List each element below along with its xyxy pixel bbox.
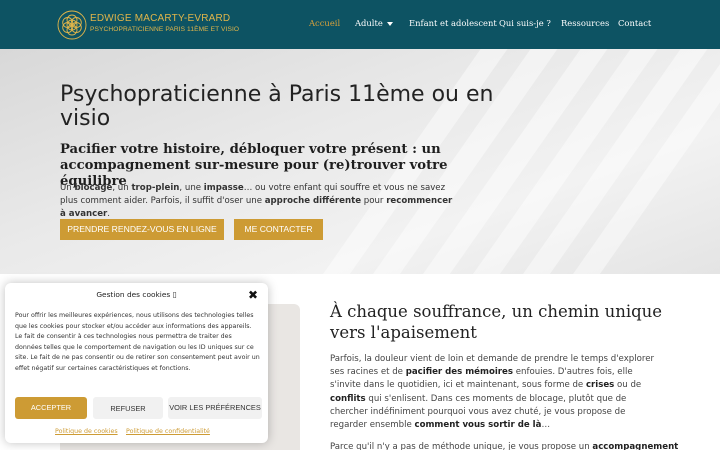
close-icon[interactable]: ✖ [248,288,258,302]
nav-accueil[interactable]: Accueil [309,18,340,28]
nav-ressources[interactable]: Ressources [561,18,609,28]
book-appointment-button[interactable]: PRENDRE RENDEZ-VOUS EN LIGNE [60,219,224,240]
accept-cookies-button[interactable]: ACCEPTER [15,397,87,419]
refuse-cookies-button[interactable]: REFUSER [93,397,163,419]
cookie-policy-link[interactable]: Politique de cookies [55,428,118,435]
cookie-consent-dialog: Gestion des cookies ▯ ✖ Pour offrir les … [5,283,268,443]
nav-adulte[interactable]: Adulte [355,18,393,28]
privacy-policy-link[interactable]: Politique de confidentialité [126,428,210,435]
cookie-title: Gestion des cookies ▯ [96,290,177,299]
nav-adulte-label: Adulte [355,18,383,28]
brand-name[interactable]: EDWIGE MACARTY-EVRARD [90,13,230,24]
caret-down-icon [386,21,393,26]
contact-me-button[interactable]: ME CONTACTER [234,219,323,240]
info-icon: ▯ [172,290,177,299]
section-paragraph-2: Parce qu'il n'y a pas de méthode unique,… [330,442,679,450]
page: EDWIGE MACARTY-EVRARD PSYCHOPRATICIENNE … [0,0,720,450]
hero-section: Psychopraticienne à Paris 11ème ou en vi… [0,49,720,274]
brand-tagline: PSYCHOPRATICIENNE PARIS 11ÈME ET VISIO [90,26,240,33]
nav-enfant-adolescent[interactable]: Enfant et adolescent [409,18,497,28]
section-paragraph: Parfois, la douleur vient de loin et dem… [330,354,655,431]
flower-of-life-logo-icon[interactable] [56,9,88,41]
hero-title: Psychopraticienne à Paris 11ème ou en vi… [60,82,494,131]
nav-qui-suis-je[interactable]: Qui suis-je ? [499,18,551,28]
nav-contact[interactable]: Contact [618,18,651,28]
section-title: À chaque souffrance, un chemin unique ve… [330,302,663,342]
hero-intro-text: Un blocage, un trop-plein, une impasse… … [60,183,453,219]
view-preferences-button[interactable]: VOIR LES PRÉFÉRENCES [168,397,262,419]
cookie-description: Pour offrir les meilleures expériences, … [15,312,260,372]
site-header: EDWIGE MACARTY-EVRARD PSYCHOPRATICIENNE … [0,0,720,49]
